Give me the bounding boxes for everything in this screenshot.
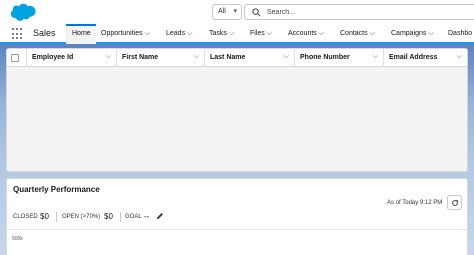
chart-gridline [7, 229, 467, 230]
chevron-down-icon[interactable]: ⌵ [267, 30, 272, 37]
nav-tab-leads[interactable]: Leads ⌵ [166, 24, 192, 44]
nav-tab-files[interactable]: Files ⌵ [250, 24, 272, 44]
chevron-down-icon[interactable]: ⌵ [373, 53, 378, 61]
chart-axis-label: 500k [12, 236, 23, 242]
chevron-down-icon: ▾ [233, 8, 237, 15]
refresh-button[interactable] [447, 195, 462, 210]
select-all-cell [7, 49, 27, 67]
chevron-down-icon[interactable]: ⌵ [145, 30, 150, 37]
column-header-label: First Name [122, 54, 159, 61]
global-header: All ▾ [0, 0, 474, 24]
nav-tab-home[interactable]: Home [66, 24, 96, 44]
chevron-down-icon[interactable]: ⌵ [187, 30, 192, 37]
column-header-email-address[interactable]: Email Address ⌵ [384, 49, 467, 67]
goal-value: -- [144, 212, 150, 221]
nav-tab-label: Dashbo [448, 30, 473, 37]
nav-tab-label: Home [72, 30, 91, 37]
nav-tab-label: Files [250, 30, 265, 37]
closed-label: CLOSED [13, 214, 38, 220]
column-header-label: Email Address [389, 54, 438, 61]
nav-tab-label: Campaigns [391, 30, 427, 37]
column-header-employee-id[interactable]: Employee Id ⌵ [27, 49, 117, 67]
pencil-icon[interactable] [156, 212, 164, 220]
nav-tab-label: Opportunities [101, 30, 143, 37]
refresh-icon [452, 199, 459, 206]
app-name: Sales [33, 28, 56, 38]
closed-value: $0 [40, 212, 49, 221]
search-scope-label: All [218, 8, 226, 15]
stat-divider [120, 212, 121, 222]
quarterly-performance-card: Quarterly Performance As of Today 9:12 P… [6, 178, 468, 255]
select-all-checkbox[interactable] [11, 54, 19, 62]
nav-tab-label: Accounts [288, 30, 317, 37]
stat-divider [56, 212, 57, 222]
card-title: Quarterly Performance [13, 185, 100, 194]
nav-tab-label: Tasks [209, 30, 227, 37]
chevron-down-icon[interactable]: ⌵ [428, 30, 433, 37]
open-label: OPEN (>70%) [62, 214, 101, 220]
nav-tab-dashboards[interactable]: Dashbo [448, 24, 474, 44]
employee-table-card: Employee Id ⌵ First Name ⌵ Last Name ⌵ Phon… [6, 48, 468, 172]
nav-tab-opportunities[interactable]: Opportunities ⌵ [101, 24, 150, 44]
column-header-label: Employee Id [32, 54, 74, 61]
column-header-phone-number[interactable]: Phone Number ⌵ [295, 49, 384, 67]
salesforce-logo[interactable] [6, 3, 38, 23]
chevron-down-icon[interactable]: ⌵ [370, 30, 375, 37]
chevron-down-icon[interactable]: ⌵ [284, 53, 289, 61]
nav-tab-campaigns[interactable]: Campaigns ⌵ [391, 24, 434, 44]
goal-label: GOAL [125, 214, 142, 220]
nav-tab-tasks[interactable]: Tasks ⌵ [209, 24, 234, 44]
chevron-down-icon[interactable]: ⌵ [229, 30, 234, 37]
chevron-down-icon[interactable]: ⌵ [194, 53, 199, 61]
chevron-down-icon[interactable]: ⌵ [319, 30, 324, 37]
nav-tab-label: Leads [166, 30, 186, 37]
nav-tab-contacts[interactable]: Contacts ⌵ [340, 24, 375, 44]
table-header-row: Employee Id ⌵ First Name ⌵ Last Name ⌵ Phon… [7, 49, 467, 67]
column-header-label: Phone Number [300, 54, 350, 61]
app-launcher-icon[interactable] [12, 28, 24, 40]
global-search[interactable] [244, 4, 474, 20]
search-scope-dropdown[interactable]: All ▾ [212, 4, 242, 20]
chevron-down-icon[interactable]: ⌵ [106, 53, 111, 61]
chevron-down-icon[interactable]: ⌵ [457, 53, 462, 61]
search-input[interactable] [267, 7, 467, 18]
search-icon [252, 8, 261, 17]
column-header-first-name[interactable]: First Name ⌵ [117, 49, 205, 67]
app-nav-bar: Sales Home Opportunities ⌵ Leads ⌵ Tasks ⌵ … [0, 24, 474, 44]
nav-tab-accounts[interactable]: Accounts ⌵ [288, 24, 324, 44]
open-value: $0 [104, 212, 113, 221]
nav-tab-label: Contacts [340, 30, 368, 37]
column-header-last-name[interactable]: Last Name ⌵ [205, 49, 295, 67]
last-updated-text: As of Today 9:12 PM [387, 200, 443, 206]
column-header-label: Last Name [210, 54, 246, 61]
